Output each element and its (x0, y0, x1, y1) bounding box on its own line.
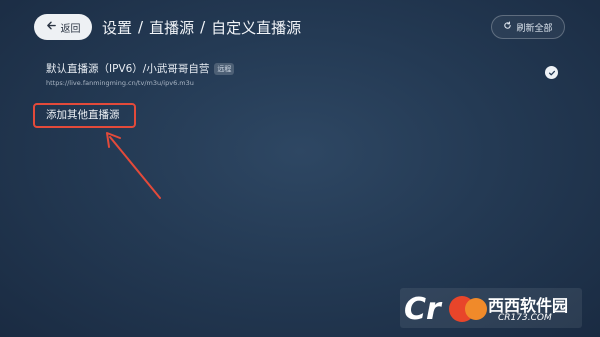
back-button[interactable]: 返回 (34, 14, 92, 40)
breadcrumb-separator: / (138, 18, 144, 36)
back-label: 返回 (60, 23, 81, 35)
breadcrumb-settings: 设置 (102, 18, 133, 37)
annotation-arrow (106, 132, 161, 199)
breadcrumb: 设置 / 直播源 / 自定义直播源 (102, 15, 301, 39)
breadcrumb-custom-source: 自定义直播源 (211, 18, 302, 37)
breadcrumb-live-source: 直播源 (149, 18, 195, 37)
remote-badge: 远程 (214, 62, 235, 75)
check-icon (545, 66, 558, 79)
breadcrumb-separator: / (200, 18, 206, 36)
highlight-box (33, 103, 136, 128)
source-title: 默认直播源（IPV6）/小武哥哥自营 (46, 63, 210, 75)
refresh-all-button[interactable]: 刷新全部 (491, 15, 565, 39)
refresh-all-label: 刷新全部 (516, 23, 553, 34)
source-url: https://live.fanmingming.cn/tv/m3u/ipv6.… (46, 79, 194, 87)
watermark-site: CR173.COM (498, 313, 552, 323)
source-item[interactable]: 默认直播源（IPV6）/小武哥哥自营 远程 https://live.fanmi… (46, 61, 558, 87)
refresh-icon (503, 21, 512, 33)
arrow-left-icon (46, 20, 57, 34)
svg-text:Cr: Cr (404, 292, 443, 327)
